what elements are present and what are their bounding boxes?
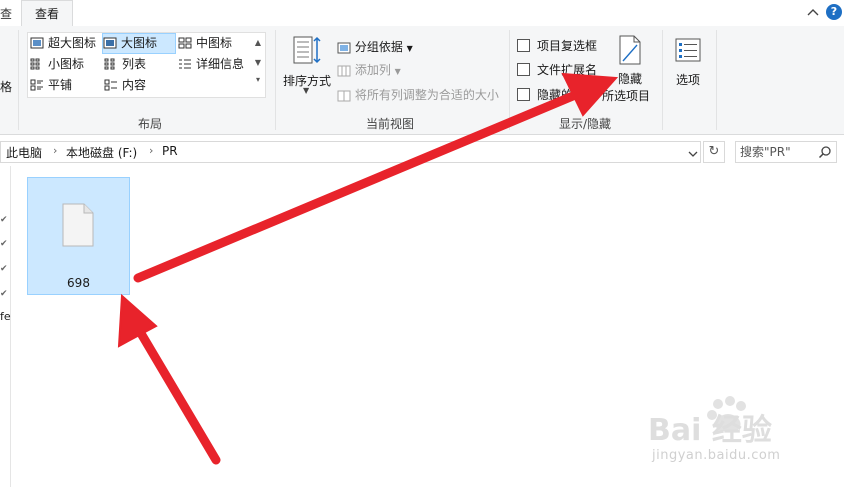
file-extensions-label: 文件扩展名: [537, 63, 598, 77]
hidden-items-checkbox[interactable]: [517, 88, 530, 101]
sort-by-icon: [293, 36, 321, 64]
layout-details-label: 详细信息: [196, 57, 245, 71]
pin-icon[interactable]: ✔: [0, 264, 8, 274]
small-icons-icon: [30, 58, 40, 69]
add-columns-button[interactable]: 添加列 ▼: [337, 61, 401, 78]
ribbon: 格 超大图标 大图标 中图标 小图标 列表 详细信息 平铺 内容 ▲ ▼ ▾ 布…: [0, 26, 844, 135]
navigation-pane: ✔ ✔ ✔ ✔ fe: [0, 166, 11, 487]
pin-icon[interactable]: ✔: [0, 215, 8, 225]
annotation-arrow-to-file: [134, 325, 221, 465]
scroll-up-icon[interactable]: ▲: [252, 33, 264, 53]
chevron-down-icon[interactable]: [688, 150, 698, 158]
item-checkboxes-checkbox[interactable]: [517, 39, 530, 52]
layout-small-label: 小图标: [48, 57, 85, 71]
medium-icons-icon: [178, 37, 192, 48]
watermark-url: jingyan.baidu.com: [652, 448, 781, 463]
hidden-items-label: 隐藏的项目: [537, 88, 598, 102]
refresh-icon[interactable]: ↻: [703, 141, 725, 163]
options-icon: [675, 38, 701, 62]
chevron-down-icon: ▼: [406, 44, 413, 53]
address-bar-row: 此电脑 › 本地磁盘 (F:) › PR ↻: [0, 136, 844, 166]
tab-share-partial[interactable]: 查: [0, 3, 14, 25]
search-box[interactable]: [735, 141, 837, 163]
gallery-expand-icon[interactable]: ▾: [252, 73, 264, 87]
hide-selected-label-line2: 所选项目: [602, 89, 651, 103]
breadcrumb-this-pc[interactable]: 此电脑: [6, 144, 42, 161]
file-name: 698: [67, 276, 90, 290]
breadcrumb-chevron-icon[interactable]: ›: [53, 144, 57, 157]
layout-tiles[interactable]: 平铺: [30, 76, 72, 95]
address-bar[interactable]: 此电脑 › 本地磁盘 (F:) › PR: [0, 141, 701, 163]
breadcrumb-drive[interactable]: 本地磁盘 (F:): [66, 144, 137, 161]
hide-selected-items-button[interactable]: 隐藏 所选项目: [602, 32, 660, 112]
pin-icon[interactable]: ✔: [0, 239, 8, 249]
content-view-icon: [104, 79, 117, 90]
group-divider: [18, 30, 19, 130]
group-label-layout: 布局: [137, 117, 162, 131]
chevron-up-icon[interactable]: [806, 6, 820, 20]
pin-icon[interactable]: ✔: [0, 289, 8, 299]
group-divider: [662, 30, 663, 130]
nav-item-partial[interactable]: fe: [0, 310, 11, 323]
group-label-current-view: 当前视图: [365, 117, 414, 131]
layout-tiles-label: 平铺: [48, 78, 73, 92]
ribbon-tab-strip: 查 查看 ?: [0, 0, 844, 27]
fit-columns-button[interactable]: 将所有列调整为合适的大小: [337, 86, 499, 103]
group-by-button[interactable]: 分组依据 ▼: [337, 38, 413, 55]
layout-large-icons[interactable]: 大图标: [102, 33, 176, 54]
tab-view[interactable]: 查看: [21, 0, 73, 27]
search-input[interactable]: [740, 142, 810, 162]
layout-large-label: 大图标: [121, 36, 158, 50]
layout-details[interactable]: 详细信息: [178, 55, 244, 74]
group-by-icon: [337, 42, 351, 53]
group-divider: [509, 30, 510, 130]
group-label-show-hide: 显示/隐藏: [558, 117, 612, 131]
layout-extra-large-icons[interactable]: 超大图标: [30, 34, 96, 53]
chevron-down-icon: ▼: [303, 86, 310, 95]
add-columns-icon: [337, 65, 351, 76]
scroll-down-icon[interactable]: ▼: [252, 53, 264, 73]
extra-large-icons-icon: [30, 37, 44, 48]
search-icon[interactable]: [818, 145, 832, 159]
group-by-label: 分组依据: [354, 40, 403, 54]
fit-columns-icon: [337, 90, 351, 101]
watermark-brand: Bai 经验: [648, 413, 772, 448]
layout-medium-label: 中图标: [196, 36, 233, 50]
file-extensions-checkbox[interactable]: [517, 63, 530, 76]
layout-small-icons[interactable]: 小图标: [30, 55, 84, 74]
large-icons-icon: [103, 37, 117, 48]
layout-content[interactable]: 内容: [104, 76, 146, 95]
layout-extra-large-label: 超大图标: [48, 36, 97, 50]
arrow-head-icon: [117, 293, 158, 348]
hide-selected-items-icon: [619, 35, 641, 65]
list-view-icon: [104, 58, 115, 69]
layout-list[interactable]: 列表: [104, 55, 146, 74]
layout-gallery-scroll[interactable]: ▲ ▼ ▾: [252, 33, 264, 95]
layout-content-label: 内容: [122, 78, 147, 92]
tiles-view-icon: [30, 79, 43, 90]
help-icon[interactable]: ?: [826, 4, 842, 20]
layout-list-label: 列表: [122, 57, 147, 71]
group-divider: [275, 30, 276, 130]
blank-file-icon: [62, 203, 94, 247]
options-label: 选项: [675, 73, 700, 87]
options-button[interactable]: 选项: [668, 34, 708, 94]
layout-medium-icons[interactable]: 中图标: [178, 34, 232, 53]
file-item[interactable]: 698: [27, 177, 130, 295]
hide-selected-label-line1: 隐藏: [617, 72, 642, 86]
navigation-pane-partial-label[interactable]: 格: [0, 78, 12, 95]
item-checkboxes-label: 项目复选框: [537, 39, 598, 53]
group-divider: [716, 30, 717, 130]
details-view-icon: [179, 59, 191, 68]
sort-by-button[interactable]: 排序方式 ▼: [282, 32, 332, 102]
chevron-down-icon: ▼: [394, 67, 401, 76]
layout-gallery: 超大图标 大图标 中图标 小图标 列表 详细信息 平铺 内容: [27, 32, 266, 98]
add-columns-label: 添加列: [354, 63, 391, 77]
fit-columns-label: 将所有列调整为合适的大小: [354, 88, 499, 102]
breadcrumb-chevron-icon[interactable]: ›: [149, 144, 153, 157]
breadcrumb-folder[interactable]: PR: [162, 144, 178, 158]
